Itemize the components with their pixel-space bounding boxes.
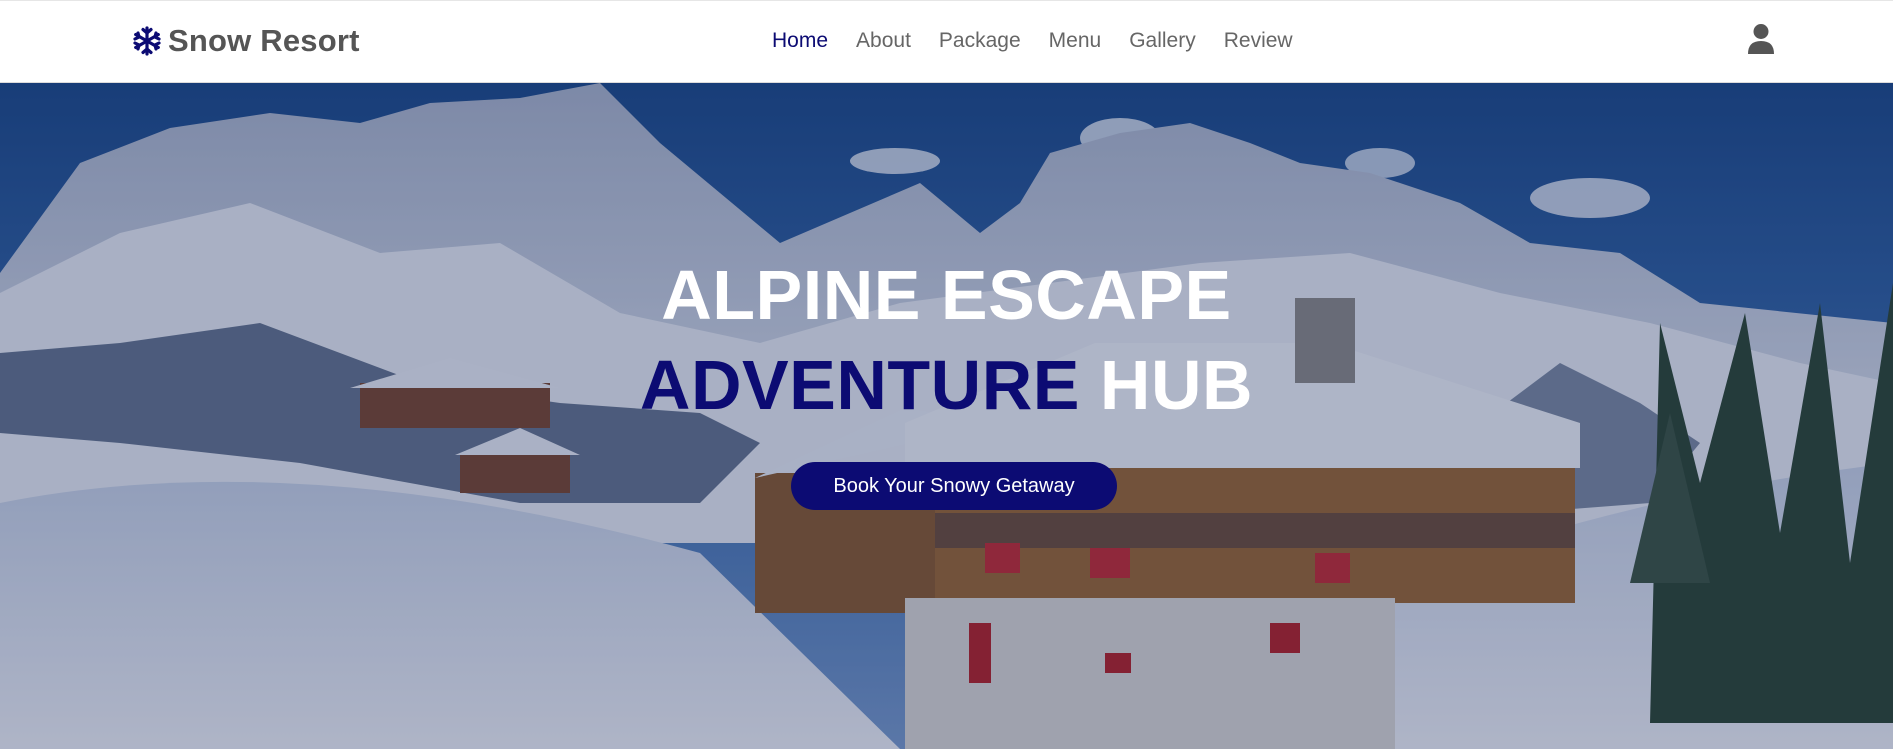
hero-title-line2: ADVENTURE HUB [0,343,1893,427]
nav-link-gallery[interactable]: Gallery [1129,29,1196,52]
nav-link-about[interactable]: About [856,29,911,52]
hero-title-accent: ADVENTURE [639,346,1080,424]
main-nav: Home About Package Menu Gallery Review [772,25,1293,57]
brand-logo-link[interactable]: Snow Resort [132,21,360,61]
nav-link-package[interactable]: Package [939,29,1021,52]
user-icon [1748,24,1774,54]
navbar: Snow Resort Home About Package Menu Gall… [0,0,1893,83]
book-getaway-button[interactable]: Book Your Snowy Getaway [791,462,1117,510]
hero-title-rest: HUB [1079,346,1254,424]
hero-section: ALPINE ESCAPE ADVENTURE HUB Book Your Sn… [0,83,1893,749]
snowflake-icon [133,26,161,56]
hero-title-line1: ALPINE ESCAPE [661,256,1232,334]
nav-link-home[interactable]: Home [772,29,828,52]
brand-name: Snow Resort [168,23,360,58]
nav-link-review[interactable]: Review [1224,29,1293,52]
nav-link-menu[interactable]: Menu [1049,29,1102,52]
hero-content: ALPINE ESCAPE ADVENTURE HUB Book Your Sn… [0,83,1893,749]
user-account-button[interactable] [1744,21,1778,57]
